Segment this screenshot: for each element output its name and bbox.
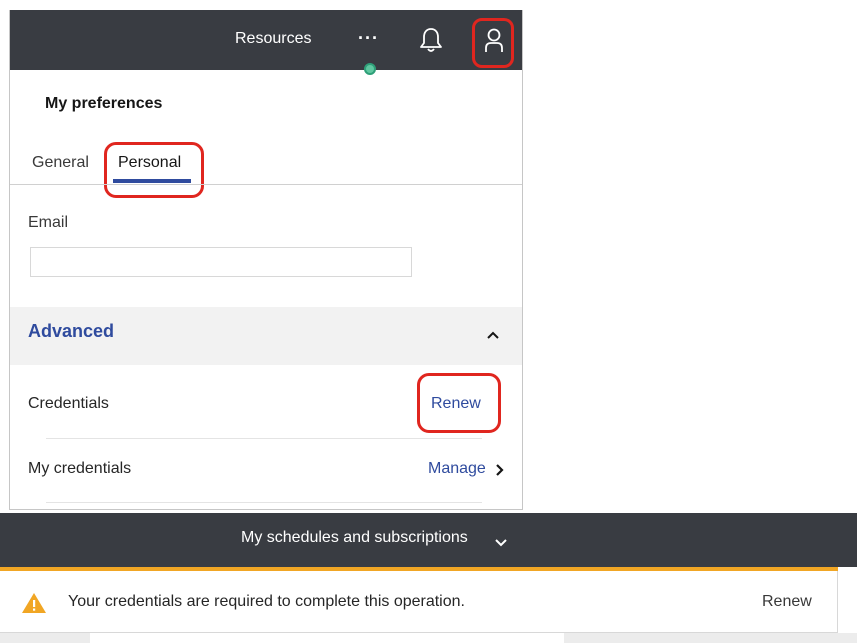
- manage-credentials-link[interactable]: Manage: [428, 460, 486, 478]
- warning-renew-button[interactable]: Renew: [762, 593, 812, 611]
- more-icon[interactable]: ···: [358, 28, 379, 49]
- my-credentials-label: My credentials: [28, 460, 132, 477]
- warning-message: Your credentials are required to complet…: [68, 593, 465, 610]
- schedules-subscriptions-bar[interactable]: My schedules and subscriptions: [0, 513, 857, 567]
- warning-icon: [21, 592, 47, 619]
- credentials-label: Credentials: [28, 395, 109, 412]
- status-indicator: [364, 63, 376, 75]
- user-highlight-annotation: [472, 18, 514, 68]
- top-bar: Resources ···: [10, 10, 522, 70]
- bottom-content-area: [90, 633, 564, 643]
- chevron-down-icon[interactable]: [494, 535, 508, 553]
- advanced-title: Advanced: [28, 321, 115, 341]
- advanced-section-header[interactable]: Advanced: [10, 307, 522, 365]
- chevron-up-icon[interactable]: [486, 327, 500, 345]
- chevron-right-icon[interactable]: [494, 463, 504, 482]
- renew-highlight-annotation: [417, 373, 501, 433]
- preferences-title: My preferences: [45, 95, 163, 112]
- preferences-panel: Resources ··· My preferences General Per…: [9, 10, 523, 510]
- schedules-label: My schedules and subscriptions: [241, 529, 468, 546]
- bell-icon[interactable]: [418, 26, 444, 59]
- email-field[interactable]: [30, 247, 412, 277]
- row-divider: [46, 438, 482, 439]
- row-divider: [46, 502, 482, 503]
- resources-menu[interactable]: Resources: [235, 30, 311, 48]
- email-label: Email: [28, 214, 69, 231]
- personal-tab-highlight-annotation: [104, 142, 204, 198]
- warning-notification: Your credentials are required to complet…: [0, 571, 838, 633]
- tab-divider: [10, 184, 522, 185]
- tab-general[interactable]: General: [32, 154, 89, 172]
